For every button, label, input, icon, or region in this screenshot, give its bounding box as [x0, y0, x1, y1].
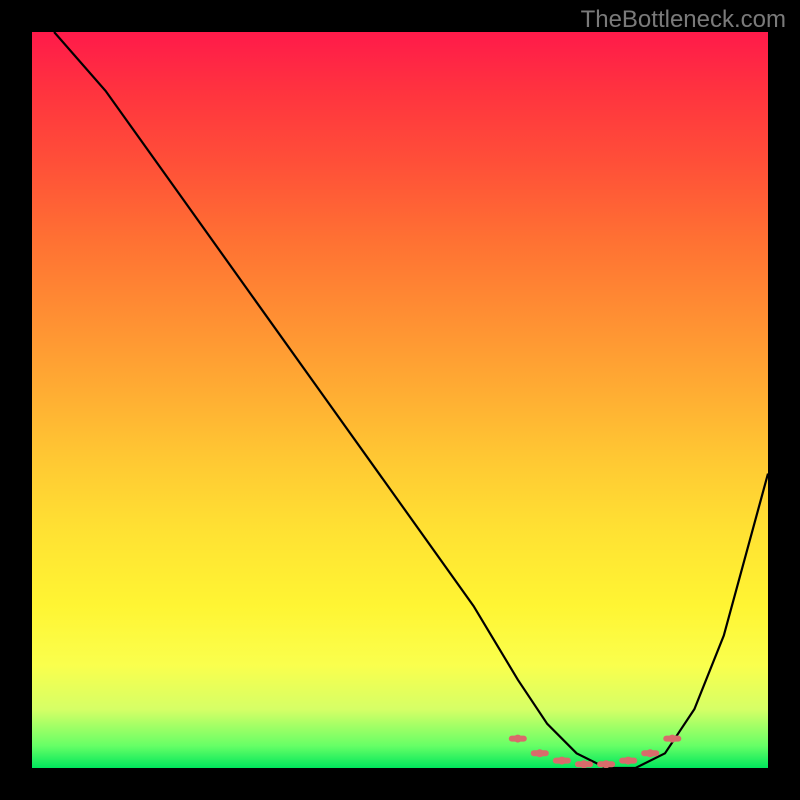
watermark-text: TheBottleneck.com: [581, 6, 786, 34]
chart-plot-area: [32, 32, 768, 768]
bottleneck-curve: [54, 32, 768, 768]
chart-svg: [32, 32, 768, 768]
